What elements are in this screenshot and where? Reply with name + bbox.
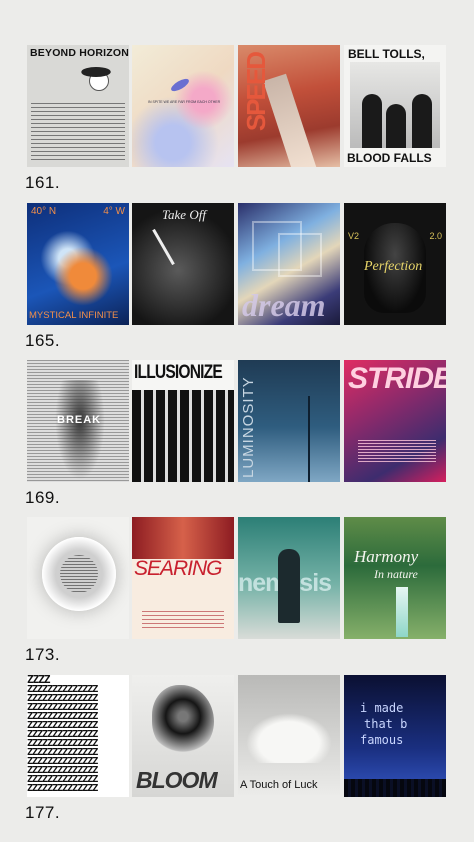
square-graphic bbox=[278, 233, 322, 277]
poster-title: SEARING bbox=[134, 557, 223, 580]
poster-zzzz[interactable]: ZZZZ ZZZZZZZZZZZZZZ ZZZZZZZZZZZZZZ ZZZZZ… bbox=[27, 675, 129, 797]
poster-number: 165. bbox=[25, 331, 61, 350]
poster-title-line1: i made bbox=[360, 701, 404, 715]
poster-speed[interactable]: SPEED bbox=[238, 45, 340, 167]
poster-take-off[interactable]: Take Off bbox=[132, 203, 234, 325]
circle-graphic bbox=[42, 537, 116, 611]
poster-title: STRIDE bbox=[348, 362, 446, 395]
poster-stride[interactable]: STRIDE bbox=[344, 360, 446, 482]
poster-perfection[interactable]: V2 2.0 Perfection bbox=[344, 203, 446, 325]
text-lines bbox=[358, 440, 436, 464]
poster-dreamy-gradient[interactable]: IN SPITE WE ARE FAR FROM EACH OTHER bbox=[132, 45, 234, 167]
poster-illusionize[interactable]: ILLUSIONIZE bbox=[132, 360, 234, 482]
poster-title: Take Off bbox=[162, 207, 206, 222]
poster-title: BREAK bbox=[57, 414, 102, 426]
waterfall-graphic bbox=[396, 587, 408, 637]
poster-beyond-horizons[interactable]: BEYOND HORIZONS bbox=[27, 45, 129, 167]
poster-title: SPEED bbox=[241, 53, 271, 132]
poster-photo bbox=[350, 62, 440, 148]
poster-title: BEYOND HORIZONS bbox=[30, 47, 129, 59]
poster-caption: IN SPITE WE ARE FAR FROM EACH OTHER bbox=[148, 100, 221, 104]
poster-mystical-infinite[interactable]: 40° N 4° W MYSTICAL INFINITE bbox=[27, 203, 129, 325]
poster-title-line2: that b bbox=[364, 717, 408, 731]
poster-left-tag: V2 bbox=[348, 231, 360, 241]
figure bbox=[386, 104, 406, 148]
poster-searing[interactable]: SEARING bbox=[132, 517, 234, 639]
poster-top-right: 4° W bbox=[103, 206, 125, 217]
poster-bell-tolls[interactable]: BELL TOLLS, BLOOD FALLS bbox=[344, 45, 446, 167]
poster-title-top: BELL TOLLS, bbox=[348, 47, 425, 61]
poster-break[interactable]: BREAK bbox=[27, 360, 129, 482]
poster-luminosity[interactable]: LUMINOSITY bbox=[238, 360, 340, 482]
poster-title: Perfection bbox=[364, 259, 423, 274]
poster-title-line2: In nature bbox=[374, 567, 418, 581]
bird-graphic bbox=[78, 67, 114, 77]
poster-title: LUMINOSITY bbox=[240, 376, 257, 478]
crowd-photo bbox=[132, 390, 234, 482]
poster-top-left: 40° N bbox=[31, 206, 57, 217]
poster-nemesis[interactable]: nemesis bbox=[238, 517, 340, 639]
poster-title: A Touch of Luck bbox=[240, 779, 318, 791]
face-photo bbox=[132, 517, 234, 559]
poster-dream[interactable]: dream bbox=[238, 203, 340, 325]
poster-number: 173. bbox=[25, 645, 61, 664]
poster-title-line3: famous bbox=[360, 733, 404, 747]
poster-title-bottom: BLOOD FALLS bbox=[347, 151, 432, 165]
poster-title: MYSTICAL INFINITE bbox=[29, 310, 119, 321]
poster-title: dream bbox=[242, 287, 326, 323]
poster-title: ILLUSIONIZE bbox=[134, 362, 223, 383]
text-lines bbox=[60, 555, 98, 593]
poster-bloom[interactable]: BLOOM bbox=[132, 675, 234, 797]
poster-famous[interactable]: i made that b famous bbox=[344, 675, 446, 797]
plane-graphic bbox=[152, 228, 175, 266]
poster-number: 169. bbox=[25, 488, 61, 507]
z-pattern: ZZZZZZZZZZZZZZ ZZZZZZZZZZZZZZ ZZZZZZZZZZ… bbox=[27, 684, 98, 794]
poster-title: ZZZZ bbox=[27, 675, 51, 686]
hands-graphic bbox=[246, 713, 332, 763]
text-lines bbox=[142, 611, 224, 629]
poster-right-tag: 2.0 bbox=[429, 231, 442, 241]
fish-graphic bbox=[169, 76, 191, 94]
body-text-lines bbox=[31, 103, 125, 163]
poster-number: 177. bbox=[25, 803, 61, 822]
crowd-graphic bbox=[344, 779, 446, 797]
poster-title-line1: Harmony bbox=[354, 547, 419, 566]
streetlight-graphic bbox=[308, 396, 310, 482]
figure bbox=[362, 94, 382, 148]
poster-a-touch-of-luck[interactable]: A Touch of Luck bbox=[238, 675, 340, 797]
poster-circle[interactable] bbox=[27, 517, 129, 639]
poster-number: 161. bbox=[25, 173, 61, 192]
flower-graphic bbox=[152, 685, 214, 755]
figure bbox=[412, 94, 432, 148]
couple-graphic bbox=[278, 549, 300, 623]
poster-harmony-in-nature[interactable]: Harmony In nature bbox=[344, 517, 446, 639]
poster-title: BLOOM bbox=[136, 767, 218, 793]
